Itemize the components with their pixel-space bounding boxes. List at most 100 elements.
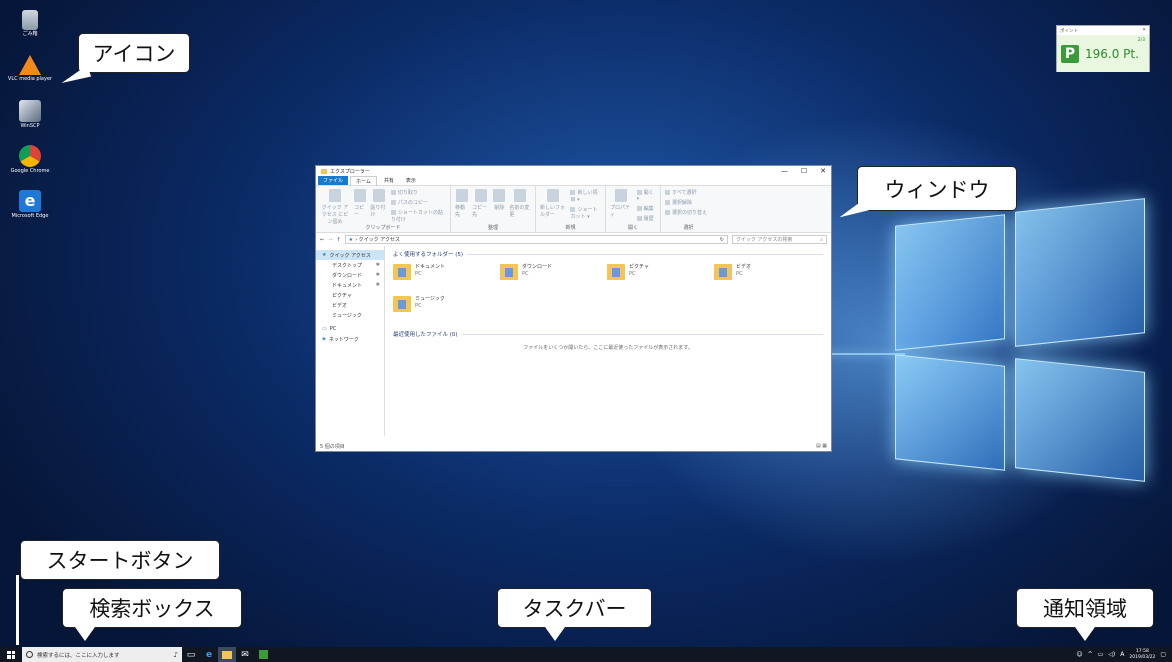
minimize-button[interactable]: — — [781, 167, 788, 175]
edit-button[interactable]: 編集 — [637, 205, 656, 212]
paste-shortcut-button[interactable]: ショートカットの貼り付け — [391, 209, 446, 223]
network-icon: ◈ — [322, 336, 326, 342]
desktop-icon-winscp[interactable]: WinSCP — [4, 100, 56, 130]
nav-item-pictures[interactable]: ピクチャ — [316, 290, 384, 300]
callout-start-button: スタートボタン — [20, 540, 220, 580]
select-none-button[interactable]: 選択解除 — [665, 199, 707, 206]
paste-icon — [372, 189, 385, 202]
nav-quick-access[interactable]: ★ クイック アクセス — [316, 250, 384, 260]
folder-pictures[interactable]: ピクチャ PC — [607, 264, 714, 288]
taskbar-mail-icon[interactable]: ✉ — [236, 647, 254, 662]
tab-share[interactable]: 共有 — [379, 176, 399, 185]
select-all-button[interactable]: すべて選択 — [665, 189, 707, 196]
volume-icon[interactable]: ◁) — [1108, 651, 1115, 658]
nav-item-documents[interactable]: ドキュメント ✱ — [316, 280, 384, 290]
task-view-icon[interactable]: ▭ — [182, 647, 200, 662]
navigation-pane: ★ クイック アクセス デスクトップ ✱ ダウンロード ✱ ドキュメント ✱ ピクチャ … — [316, 246, 385, 436]
notification-area: ☺ ^ ▭ ◁) A 17:58 2019/03/22 ▢ — [1076, 649, 1172, 660]
open-button[interactable]: 開く ▾ — [637, 189, 656, 202]
people-icon[interactable]: ☺ — [1076, 651, 1082, 658]
nav-pc[interactable]: ▭ PC — [316, 324, 384, 334]
new-item-button[interactable]: 新しい項目 ▾ — [570, 189, 601, 203]
points-gadget[interactable]: ポイント ✕ P 196.0 Pt. 2/3 — [1056, 25, 1150, 72]
taskbar-explorer-icon[interactable] — [218, 647, 236, 662]
star-icon: ★ — [348, 236, 354, 243]
tab-view[interactable]: 表示 — [401, 176, 421, 185]
close-button[interactable]: ✕ — [820, 167, 826, 175]
callout-search-box: 検索ボックス — [62, 588, 242, 628]
folder-icon — [393, 296, 411, 312]
chrome-icon — [19, 145, 41, 167]
gadget-title: ポイント — [1060, 28, 1078, 34]
address-bar-row: ← → ↑ ★ › クイック アクセス ↻ クイック アクセスの検索 ⌕ — [316, 233, 831, 246]
new-shortcut-button[interactable]: ショートカット ▾ — [570, 206, 601, 220]
show-hidden-icons[interactable]: ^ — [1088, 651, 1093, 658]
explorer-window[interactable]: エクスプローラー — ☐ ✕ ファイル ホーム 共有 表示 クイック アクセス … — [315, 165, 832, 452]
action-center-icon[interactable]: ▢ — [1160, 651, 1166, 658]
taskbar-points-icon[interactable] — [254, 647, 272, 662]
explorer-titlebar[interactable]: エクスプローラー — ☐ ✕ — [316, 166, 831, 176]
ribbon-tabs: ファイル ホーム 共有 表示 — [316, 175, 831, 186]
nav-item-desktop[interactable]: デスクトップ ✱ — [316, 260, 384, 270]
ribbon-group-open: プロパティ 開く ▾ 編集 履歴 開く — [606, 186, 661, 232]
start-button[interactable] — [0, 647, 22, 662]
tab-file[interactable]: ファイル — [318, 176, 349, 185]
desktop-icon-edge[interactable]: e Microsoft Edge — [4, 190, 56, 220]
ime-indicator[interactable]: A — [1120, 651, 1124, 658]
folder-downloads[interactable]: ダウンロード PC — [500, 264, 607, 288]
folder-icon — [500, 264, 518, 280]
invert-selection-button[interactable]: 選択の切り替え — [665, 209, 707, 216]
callout-window: ウィンドウ — [857, 166, 1017, 211]
frequent-folders-header[interactable]: よく使用するフォルダー (5) — [393, 250, 823, 258]
desktop-icon-recycle-bin[interactable]: ごみ箱 — [4, 10, 56, 38]
network-tray-icon[interactable]: ▭ — [1098, 651, 1104, 658]
clock[interactable]: 17:58 2019/03/22 — [1129, 649, 1155, 660]
history-button[interactable]: 履歴 — [637, 215, 656, 222]
nav-item-downloads[interactable]: ダウンロード ✱ — [316, 270, 384, 280]
recent-files-header[interactable]: 最近使用したファイル (0) — [393, 330, 823, 338]
up-icon[interactable]: ↑ — [336, 237, 340, 243]
content-pane: よく使用するフォルダー (5) ドキュメント PC ダウンロード PC ピクチャ PC… — [385, 246, 831, 436]
status-bar: 5 個の項目 ▤ ▦ — [320, 443, 827, 450]
explorer-search-input[interactable]: クイック アクセスの検索 ⌕ — [732, 235, 827, 244]
windows-logo-light — [705, 175, 1155, 482]
cut-button[interactable]: 切り取り — [391, 189, 446, 196]
copy-path-button[interactable]: パスのコピー — [391, 199, 446, 206]
desktop-icon-vlc[interactable]: VLC media player — [4, 55, 56, 83]
microphone-icon[interactable]: ♪ — [174, 651, 178, 659]
points-value: 196.0 Pt. — [1085, 46, 1139, 61]
view-toggle-icon[interactable]: ▤ ▦ — [816, 443, 827, 449]
folder-music[interactable]: ミュージック PC — [393, 296, 500, 320]
new-folder-icon — [547, 189, 560, 202]
address-bar[interactable]: ★ › クイック アクセス ↻ — [344, 235, 728, 244]
folder-documents[interactable]: ドキュメント PC — [393, 264, 500, 288]
callout-taskbar: タスクバー — [497, 588, 652, 628]
desktop-icon-chrome[interactable]: Google Chrome — [4, 145, 56, 175]
nav-item-videos[interactable]: ビデオ — [316, 300, 384, 310]
taskbar: 検索するには、ここに入力します ♪ ▭ e ✉ ☺ ^ ▭ ◁) A 17:58… — [0, 647, 1172, 662]
callout-icon: アイコン — [78, 33, 190, 73]
folder-videos[interactable]: ビデオ PC — [714, 264, 821, 288]
taskbar-search-box[interactable]: 検索するには、ここに入力します ♪ — [22, 647, 182, 662]
callout-taskbar-tail — [545, 627, 565, 641]
points-level: 2/3 — [1137, 38, 1145, 43]
copy-to-icon — [474, 189, 487, 202]
rename-icon — [514, 189, 527, 202]
callout-search-tail — [75, 627, 95, 641]
refresh-icon[interactable]: ↻ — [720, 237, 724, 243]
tab-home[interactable]: ホーム — [350, 175, 377, 186]
gadget-close-icon[interactable]: ✕ — [1142, 28, 1146, 33]
taskbar-edge-icon[interactable]: e — [200, 647, 218, 662]
callout-notification-area: 通知領域 — [1016, 588, 1154, 628]
cortana-icon — [26, 651, 33, 658]
nav-item-music[interactable]: ミュージック — [316, 310, 384, 320]
back-icon[interactable]: ← — [320, 237, 324, 243]
edge-icon: e — [19, 190, 41, 212]
nav-network[interactable]: ◈ ネットワーク — [316, 334, 384, 344]
pin-icon: ✱ — [375, 262, 380, 268]
maximize-button[interactable]: ☐ — [801, 167, 807, 175]
folder-icon — [393, 264, 411, 280]
search-icon: ⌕ — [820, 236, 823, 243]
copy-icon — [354, 189, 367, 202]
forward-icon[interactable]: → — [328, 237, 332, 243]
